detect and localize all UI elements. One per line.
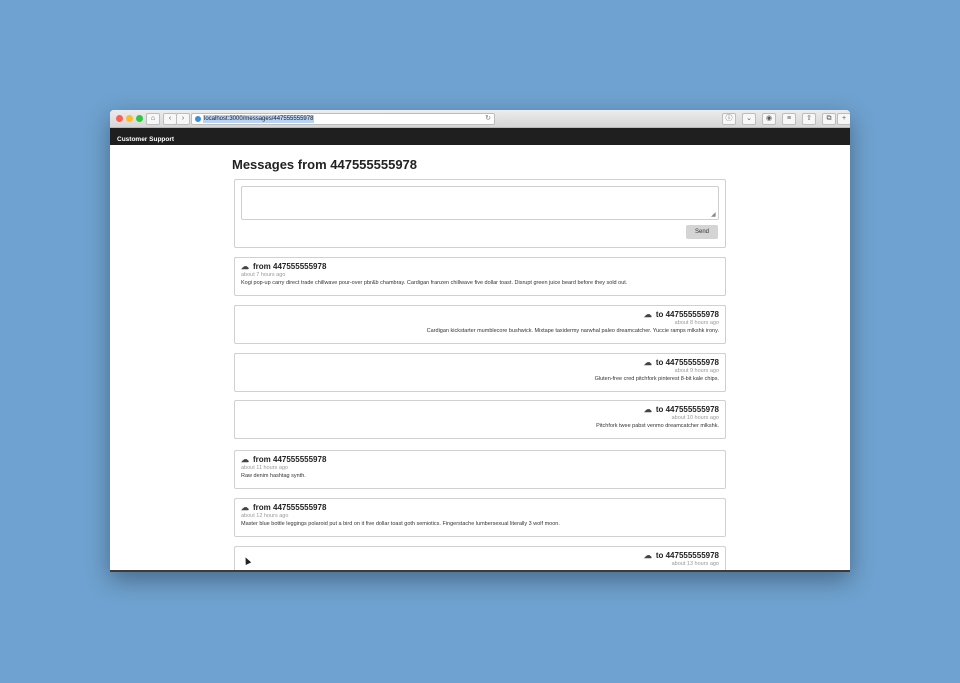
message-timestamp: about 8 hours ago — [674, 320, 719, 326]
resize-grip-icon[interactable]: ◢ — [711, 211, 716, 218]
message-card: ☁ from 447555555978 about 11 hours ago Ra… — [234, 450, 726, 489]
forward-arrow-icon[interactable]: › — [176, 113, 190, 125]
browser-window: ⌂ ‹ › localhost:3000/messages/4475555559… — [110, 110, 850, 572]
pocket-icon[interactable]: ⌄ — [742, 113, 756, 125]
window-bottom-edge — [110, 570, 850, 572]
close-window-button[interactable] — [116, 115, 123, 122]
minimize-window-button[interactable] — [126, 115, 133, 122]
address-bar[interactable]: localhost:3000/messages/447555555978 ↻ — [191, 113, 495, 125]
tabs-icon[interactable]: ⧉ — [822, 113, 836, 125]
message-header-text: to 447555555978 — [655, 551, 719, 560]
message-header: ☁ from 447555555978 — [241, 262, 326, 272]
message-body: Cardigan kickstarter mumblecore bushwick… — [426, 328, 719, 334]
home-icon[interactable]: ⌂ — [146, 113, 160, 125]
layers-icon[interactable]: ≡ — [782, 113, 796, 125]
back-arrow-icon[interactable]: ‹ — [163, 113, 177, 125]
message-header: ☁ to 447555555978 — [644, 310, 719, 320]
message-header-text: from 447555555978 — [253, 262, 327, 271]
info-icon[interactable]: ⓘ — [722, 113, 736, 125]
message-header: ☁ to 447555555978 — [644, 405, 719, 415]
extension-icon[interactable]: ◉ — [762, 113, 776, 125]
message-header-text: from 447555555978 — [253, 503, 327, 512]
cloud-download-icon: ☁ — [643, 358, 652, 367]
message-header: ☁ from 447555555978 — [241, 503, 326, 513]
message-header: ☁ from 447555555978 — [241, 455, 326, 465]
message-card: ☁ from 447555555978 about 7 hours ago Kog… — [234, 257, 726, 296]
message-body: Master blue bottle leggings polaroid put… — [241, 521, 560, 527]
message-header-text: to 447555555978 — [655, 358, 719, 367]
compose-form: ◢ Send — [234, 179, 726, 248]
message-body: Raw denim hashtag synth. — [241, 473, 306, 479]
cloud-download-icon: ☁ — [643, 551, 652, 560]
address-bar-url[interactable]: localhost:3000/messages/447555555978 — [203, 115, 315, 123]
page-title: Messages from 447555555978 — [232, 157, 418, 172]
message-body: Gluten-free cred pitchfork pinterest 8-b… — [594, 376, 719, 382]
message-textarea[interactable] — [241, 186, 719, 220]
new-tab-icon[interactable]: + — [837, 113, 850, 125]
cloud-download-icon: ☁ — [643, 405, 652, 414]
zoom-window-button[interactable] — [136, 115, 143, 122]
message-body: Pitchfork twee pabst venmo dreamcatcher … — [596, 423, 719, 429]
message-card: ☁ from 447555555978 about 12 hours ago Ma… — [234, 498, 726, 537]
share-icon[interactable]: ⇧ — [802, 113, 816, 125]
message-card: ☁ to 447555555978 about 10 hours ago Pitc… — [234, 400, 726, 439]
message-timestamp: about 12 hours ago — [241, 513, 289, 519]
app-navbar: Customer Support — [110, 128, 850, 145]
message-header-text: to 447555555978 — [655, 310, 719, 319]
main-content: Messages from 447555555978 ◢ Send ☁ from … — [110, 145, 850, 572]
message-timestamp: about 7 hours ago — [241, 272, 286, 278]
browser-toolbar: ⌂ ‹ › localhost:3000/messages/4475555559… — [110, 110, 850, 128]
cloud-download-icon: ☁ — [241, 503, 249, 512]
message-timestamp: about 9 hours ago — [674, 368, 719, 374]
send-button[interactable]: Send — [686, 225, 718, 239]
message-header: ☁ to 447555555978 — [644, 358, 719, 368]
message-timestamp: about 10 hours ago — [671, 415, 719, 421]
message-card: ☁ to 447555555978 about 13 hours ago — [234, 546, 726, 572]
message-header: ☁ to 447555555978 — [644, 551, 719, 561]
cloud-download-icon: ☁ — [643, 310, 652, 319]
message-timestamp: about 13 hours ago — [671, 561, 719, 567]
cloud-download-icon: ☁ — [241, 455, 249, 464]
reload-icon[interactable]: ↻ — [485, 114, 491, 122]
message-card: ☁ to 447555555978 about 8 hours ago Cardi… — [234, 305, 726, 344]
message-timestamp: about 11 hours ago — [241, 465, 288, 471]
globe-icon — [195, 116, 201, 122]
cloud-download-icon: ☁ — [241, 262, 249, 271]
message-body: Kogi pop-up carry direct trade chillwave… — [241, 280, 628, 286]
message-card: ☁ to 447555555978 about 9 hours ago Glute… — [234, 353, 726, 392]
message-header-text: from 447555555978 — [253, 455, 327, 464]
message-header-text: to 447555555978 — [655, 405, 719, 414]
